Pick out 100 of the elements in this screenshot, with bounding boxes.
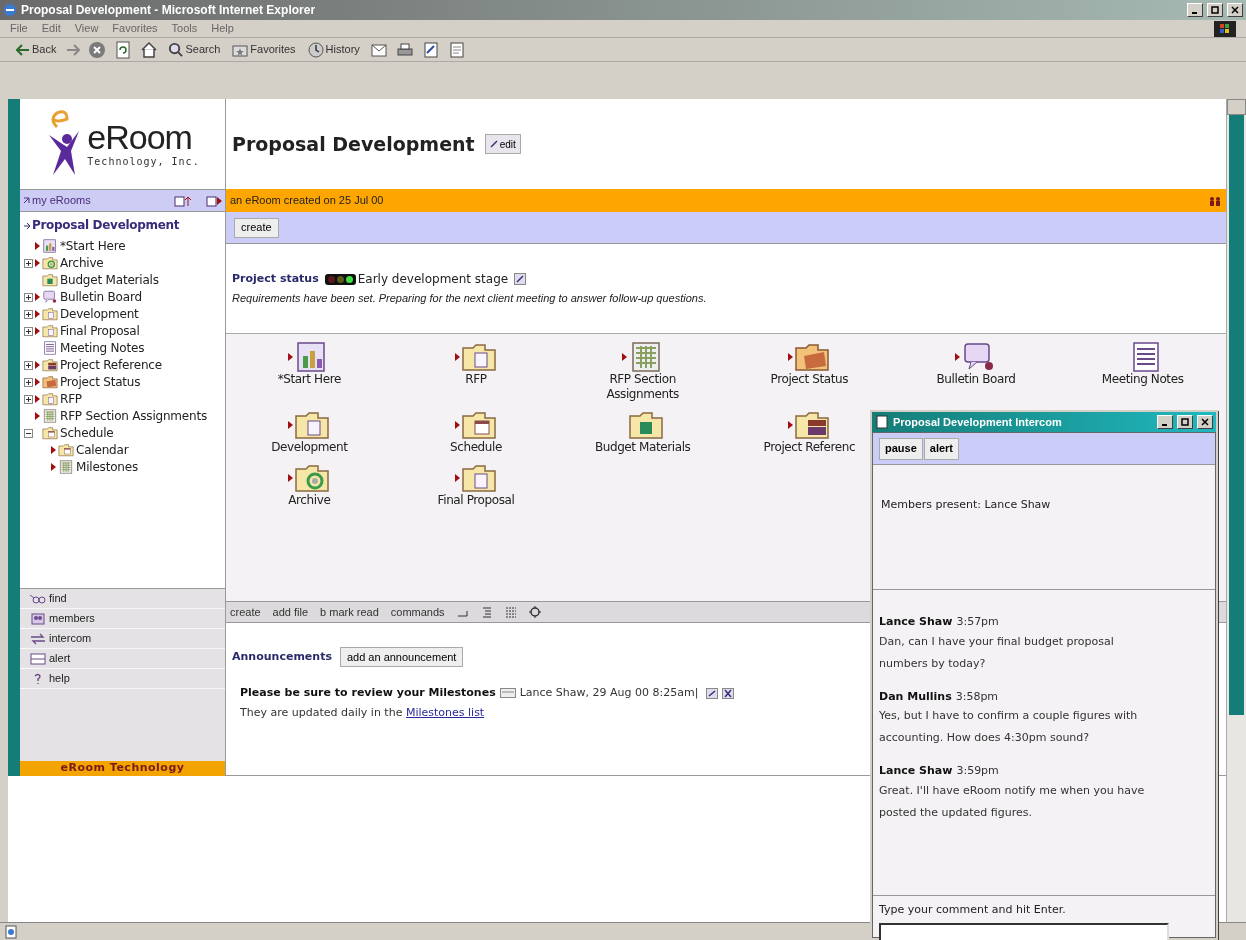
tool-link[interactable]: find [49, 590, 67, 607]
tree-item[interactable]: Project Status [60, 374, 141, 390]
edit-button[interactable]: edit [484, 134, 521, 154]
maximize-icon [1211, 6, 1219, 14]
expand-icon[interactable] [24, 378, 33, 387]
add-announcement-button[interactable]: add an announcement [339, 647, 464, 667]
menu-item[interactable]: Favorites [112, 20, 158, 37]
comment-input[interactable] [879, 922, 1169, 940]
scrollbar-thumb[interactable] [1229, 115, 1244, 715]
close-button[interactable] [1227, 3, 1243, 17]
folder-icon [42, 324, 58, 338]
item-label[interactable]: Final Proposal [437, 493, 515, 508]
minimize-button[interactable] [1187, 3, 1203, 17]
tool-link[interactable]: intercom [49, 630, 92, 647]
close-icon [1201, 418, 1209, 426]
tree-item[interactable]: RFP Section Assignments [60, 408, 207, 424]
expand-icon[interactable] [24, 259, 33, 268]
intercom-button[interactable]: pause [879, 437, 923, 460]
refresh-icon[interactable] [114, 40, 133, 59]
recycle-folder-icon [294, 463, 331, 493]
item-label[interactable]: Bulletin Board [936, 372, 1016, 387]
create-button[interactable]: create [234, 217, 279, 238]
edit-icon[interactable] [706, 687, 719, 699]
folder-icon [794, 342, 831, 372]
item-label[interactable]: RFP Section Assignments [583, 372, 702, 402]
list-view-icon[interactable] [480, 606, 493, 618]
expand-icon[interactable] [24, 327, 33, 336]
status-stage: Early development stage [357, 271, 509, 289]
printer-icon[interactable] [395, 40, 414, 59]
toolbar-button[interactable]: Search [166, 41, 223, 58]
grid-view-icon[interactable] [504, 606, 517, 618]
windows-logo-icon [1214, 20, 1236, 37]
page-up-icon[interactable] [174, 194, 192, 207]
toolbar-button[interactable]: History [305, 41, 362, 58]
document-icon[interactable] [447, 40, 466, 59]
message-author: Lance Shaw [879, 614, 953, 630]
folder-icon [294, 410, 331, 440]
tree-item[interactable]: Calendar [76, 442, 129, 458]
tool-link[interactable]: members [49, 610, 95, 627]
members-present: Members present: Lance Shaw [881, 498, 1051, 511]
item-label[interactable]: Project Status [770, 372, 849, 387]
exit-icon[interactable] [206, 194, 222, 207]
item-label[interactable]: Meeting Notes [1101, 372, 1184, 387]
money-folder-icon [42, 273, 58, 287]
toolbar-button[interactable]: add file [272, 603, 309, 621]
tree-item[interactable]: Budget Materials [60, 272, 159, 288]
collapse-icon[interactable] [24, 429, 33, 438]
tree-item[interactable]: Project Reference [60, 357, 162, 373]
tree-item[interactable]: Archive [60, 255, 104, 271]
item-label[interactable]: Project Referenc [763, 440, 856, 455]
announcement-title: Please be sure to review your Milestones [240, 685, 496, 701]
delete-icon[interactable] [722, 687, 735, 699]
document-edit-icon[interactable] [421, 40, 440, 59]
expand-icon[interactable] [24, 310, 33, 319]
my-erooms-link[interactable]: my eRooms [32, 192, 172, 209]
tree-item[interactable]: Meeting Notes [60, 340, 145, 356]
logo-tagline: Technology, Inc. [87, 154, 200, 169]
tree-item[interactable]: Development [60, 306, 139, 322]
home-icon[interactable] [140, 40, 159, 59]
item-label[interactable]: Archive [288, 493, 331, 508]
settings-icon[interactable] [528, 606, 541, 618]
maximize-button[interactable] [1207, 3, 1223, 17]
tree-item[interactable]: Bulletin Board [60, 289, 142, 305]
tool-link[interactable]: alert [49, 650, 71, 667]
minimize-button[interactable] [1157, 415, 1173, 429]
maximize-button[interactable] [1177, 415, 1193, 429]
close-button[interactable] [1197, 415, 1213, 429]
item-label[interactable]: Schedule [450, 440, 502, 455]
speech-bubble-icon [42, 290, 58, 304]
toolbar-button[interactable]: create [230, 603, 261, 621]
menu-item[interactable]: File [10, 20, 28, 37]
expand-icon[interactable] [24, 293, 33, 302]
menu-item[interactable]: Edit [41, 20, 61, 37]
tree-item[interactable]: Final Proposal [60, 323, 140, 339]
item-label[interactable]: Budget Materials [594, 440, 691, 455]
maximize-icon [1181, 418, 1189, 426]
toolbar-button[interactable]: Back [14, 41, 59, 58]
edit-icon[interactable] [514, 273, 527, 286]
menu-item[interactable]: Tools [171, 20, 198, 37]
tool-link[interactable]: help [49, 670, 70, 687]
item-label[interactable]: RFP [465, 372, 487, 387]
milestones-link[interactable]: Milestones list [405, 705, 485, 719]
tree-item[interactable]: Milestones [76, 459, 138, 475]
intercom-button[interactable]: alert [923, 437, 960, 460]
up-arrow-icon [23, 197, 30, 204]
tree-item[interactable]: Schedule [60, 425, 114, 441]
expand-icon[interactable] [24, 361, 33, 370]
tree-item[interactable]: *Start Here [60, 238, 126, 254]
close-icon [1231, 6, 1239, 14]
tree-item[interactable]: RFP [60, 391, 82, 407]
toolbar-button[interactable]: b mark read [320, 603, 379, 621]
menu-item[interactable]: Help [211, 20, 234, 37]
toolbar-button[interactable]: commands [390, 603, 445, 621]
toolbar-button[interactable]: Favorites [230, 41, 298, 58]
clock-icon [307, 41, 324, 58]
menu-item[interactable]: View [74, 20, 99, 37]
item-label[interactable]: Development [271, 440, 348, 455]
item-label[interactable]: *Start Here [277, 372, 341, 387]
expand-icon[interactable] [24, 395, 33, 404]
stop-icon[interactable] [88, 40, 107, 59]
